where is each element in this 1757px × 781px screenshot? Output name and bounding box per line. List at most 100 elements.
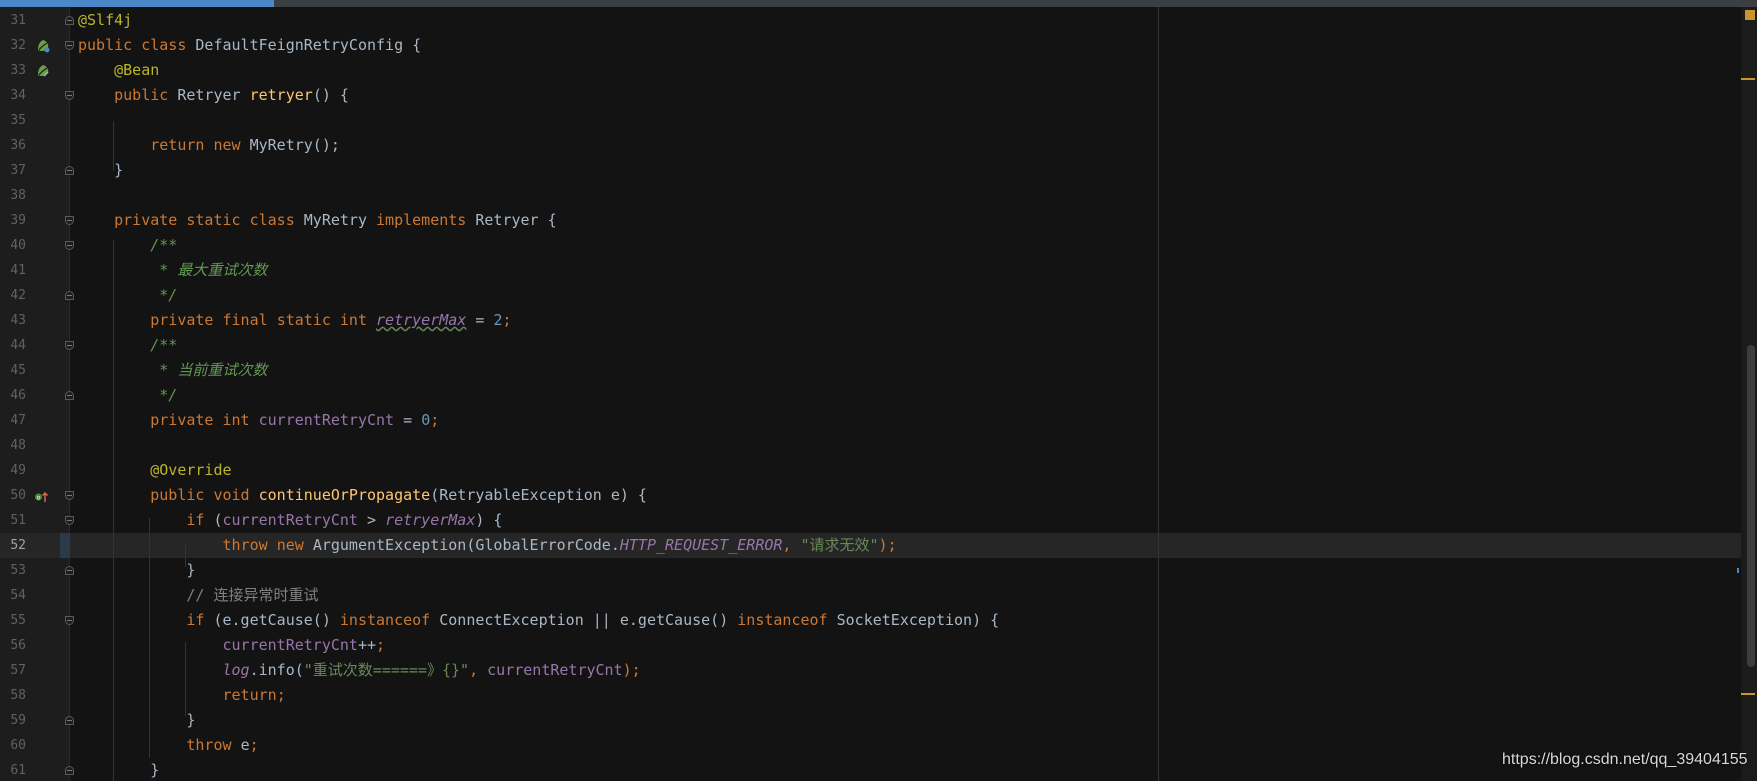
code-token: = — [394, 411, 422, 429]
line-number[interactable]: 36 — [0, 133, 26, 158]
fold-collapse-icon[interactable] — [65, 716, 74, 725]
line-number[interactable]: 56 — [0, 633, 26, 658]
code-line[interactable]: * 最大重试次数 — [78, 258, 267, 283]
line-number[interactable]: 31 — [0, 8, 26, 33]
code-line[interactable]: * 当前重试次数 — [78, 358, 267, 383]
scrollbar-thumb[interactable] — [1747, 345, 1755, 667]
code-line[interactable]: return new MyRetry(); — [78, 133, 340, 158]
override-method-icon[interactable]: o — [34, 490, 48, 504]
line-number[interactable]: 61 — [0, 758, 26, 781]
warning-indicator-icon[interactable] — [1745, 10, 1755, 20]
fold-collapse-icon[interactable] — [65, 766, 74, 775]
line-number[interactable]: 32 — [0, 33, 26, 58]
error-stripe-mark[interactable] — [1741, 693, 1755, 695]
line-number[interactable]: 53 — [0, 558, 26, 583]
line-number[interactable]: 40 — [0, 233, 26, 258]
line-number[interactable]: 59 — [0, 708, 26, 733]
code-line[interactable]: */ — [78, 383, 177, 408]
code-token: private — [114, 211, 187, 229]
code-line[interactable]: return; — [78, 683, 286, 708]
line-number[interactable]: 35 — [0, 108, 26, 133]
line-number[interactable]: 51 — [0, 508, 26, 533]
code-line[interactable]: @Bean — [78, 58, 159, 83]
code-line[interactable]: } — [78, 758, 159, 781]
fold-expand-icon[interactable] — [65, 616, 74, 625]
line-number[interactable]: 46 — [0, 383, 26, 408]
line-number[interactable]: 58 — [0, 683, 26, 708]
code-line[interactable]: // 连接异常时重试 — [78, 583, 318, 608]
code-token: final — [222, 311, 277, 329]
code-token: } — [78, 761, 160, 779]
line-number[interactable]: 48 — [0, 433, 26, 458]
line-number[interactable]: 49 — [0, 458, 26, 483]
scroll-progress-bar — [0, 0, 275, 7]
line-number[interactable]: 50 — [0, 483, 26, 508]
line-number[interactable]: 54 — [0, 583, 26, 608]
fold-collapse-icon[interactable] — [65, 291, 74, 300]
code-line[interactable]: @Override — [78, 458, 232, 483]
line-number[interactable]: 39 — [0, 208, 26, 233]
code-token: ; — [376, 636, 386, 654]
error-stripe-mark[interactable] — [1741, 78, 1755, 80]
line-number[interactable]: 38 — [0, 183, 26, 208]
fold-expand-icon[interactable] — [65, 341, 74, 350]
code-line[interactable]: /** — [78, 333, 177, 358]
fold-expand-icon[interactable] — [65, 491, 74, 500]
line-number[interactable]: 60 — [0, 733, 26, 758]
line-number[interactable]: 47 — [0, 408, 26, 433]
code-line[interactable]: private int currentRetryCnt = 0; — [78, 408, 439, 433]
fold-expand-icon[interactable] — [65, 241, 74, 250]
code-token: ++ — [357, 636, 377, 654]
ide-editor-window: 31 @Slf4j 32 public class DefaultFeignRetry… — [0, 0, 1757, 781]
caret-stripe-mark[interactable] — [1737, 568, 1739, 573]
fold-expand-icon[interactable] — [65, 216, 74, 225]
line-number[interactable]: 44 — [0, 333, 26, 358]
code-line[interactable]: throw e; — [78, 733, 258, 758]
code-token: (RetryableException e) { — [430, 486, 647, 504]
code-line[interactable]: throw new ArgumentException(GlobalErrorC… — [78, 533, 897, 558]
line-number[interactable]: 55 — [0, 608, 26, 633]
code-token: ; — [430, 411, 440, 429]
code-token: // 连接异常时重试 — [186, 586, 319, 604]
line-number[interactable]: 33 — [0, 58, 26, 83]
fold-collapse-icon[interactable] — [65, 166, 74, 175]
line-number[interactable]: 52 — [0, 533, 26, 558]
code-line[interactable]: } — [78, 158, 123, 183]
fold-expand-icon[interactable] — [65, 516, 74, 525]
code-line[interactable]: currentRetryCnt++; — [78, 633, 386, 658]
code-line[interactable]: public void continueOrPropagate(Retryabl… — [78, 483, 647, 508]
fold-expand-icon[interactable] — [65, 41, 74, 50]
code-line[interactable]: @Slf4j — [78, 8, 132, 33]
code-token: static — [186, 211, 250, 229]
spring-bean-icon[interactable] — [36, 39, 50, 53]
line-number[interactable]: 57 — [0, 658, 26, 683]
code-token: @Override — [150, 461, 232, 479]
line-number[interactable]: 41 — [0, 258, 26, 283]
code-token: ; — [502, 311, 512, 329]
code-line[interactable]: /** — [78, 233, 177, 258]
line-number[interactable]: 37 — [0, 158, 26, 183]
code-line[interactable]: } — [78, 708, 195, 733]
line-number[interactable]: 45 — [0, 358, 26, 383]
code-line[interactable]: } — [78, 558, 195, 583]
line-number[interactable]: 34 — [0, 83, 26, 108]
code-line[interactable]: if (currentRetryCnt > retryerMax) { — [78, 508, 502, 533]
fold-collapse-icon[interactable] — [65, 566, 74, 575]
code-line[interactable]: public class DefaultFeignRetryConfig { — [78, 33, 421, 58]
code-line[interactable]: log.info("重试次数======》{}", currentRetryCn… — [78, 658, 641, 683]
code-token: ); — [622, 661, 641, 679]
fold-collapse-icon[interactable] — [65, 16, 74, 25]
code-line[interactable]: public Retryer retryer() { — [78, 83, 349, 108]
code-token: return — [150, 136, 214, 154]
code-line[interactable]: if (e.getCause() instanceof ConnectExcep… — [78, 608, 999, 633]
spring-bean-icon[interactable] — [36, 64, 50, 78]
code-token: int — [222, 411, 259, 429]
code-line[interactable]: */ — [78, 283, 177, 308]
fold-collapse-icon[interactable] — [65, 391, 74, 400]
fold-expand-icon[interactable] — [65, 91, 74, 100]
line-number[interactable]: 42 — [0, 283, 26, 308]
code-line[interactable]: private static class MyRetry implements … — [78, 208, 557, 233]
line-number[interactable]: 43 — [0, 308, 26, 333]
code-line[interactable]: private final static int retryerMax = 2; — [78, 308, 512, 333]
